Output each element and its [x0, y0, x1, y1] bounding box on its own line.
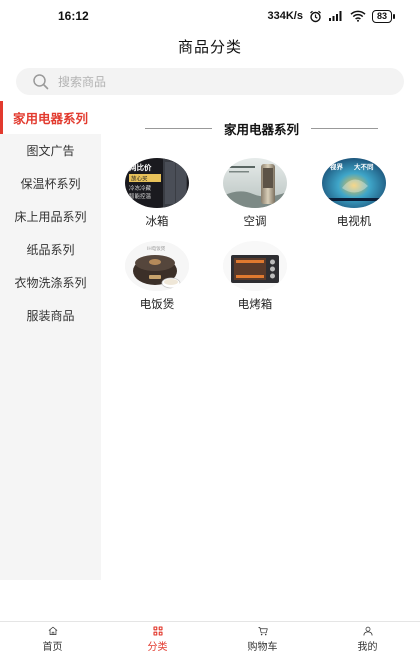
- product-image: 视界 大不同: [322, 158, 386, 208]
- tab-label: 首页: [42, 642, 63, 653]
- wifi-icon: [350, 10, 366, 22]
- product-image: IH电饭煲: [125, 241, 189, 291]
- tab-profile[interactable]: 我的: [315, 622, 420, 653]
- tab-home[interactable]: 首页: [0, 622, 105, 653]
- search-input[interactable]: 搜索商品: [16, 68, 404, 95]
- sidebar-item-label: 家用电器系列: [12, 112, 88, 126]
- sidebar-item-label: 床上用品系列: [14, 210, 87, 224]
- section-title: 家用电器系列: [224, 122, 300, 137]
- section-header: 家用电器系列: [145, 119, 379, 137]
- tab-label: 我的: [357, 642, 378, 653]
- sidebar-item-clothing[interactable]: 服装商品: [0, 299, 101, 332]
- promo-text: 放心买: [131, 175, 148, 183]
- sidebar-item-laundry[interactable]: 衣物洗涤系列: [0, 266, 101, 299]
- status-bar: 16:12 334K/s 83: [0, 0, 420, 32]
- air-conditioner-image: [223, 158, 287, 208]
- alarm-icon: [310, 10, 321, 22]
- promo-text: 视界: [330, 162, 344, 171]
- search-icon: [33, 73, 49, 89]
- page-title: 商品分类: [177, 38, 242, 56]
- product-name: 电饭煲: [139, 299, 175, 311]
- search-placeholder: 搜索商品: [58, 75, 107, 89]
- product-tv[interactable]: 视界 大不同 电视机: [314, 158, 394, 236]
- sidebar-item-label: 服装商品: [26, 309, 75, 323]
- signal-icon: [328, 11, 342, 21]
- category-content: 家用电器系列 网比价 放心买 冷冻冷藏 智能控温 冰箱 空调 视界 大不同 电视…: [101, 101, 420, 581]
- promo-text: 大不同: [354, 162, 374, 171]
- user-icon: [363, 626, 372, 636]
- status-icons: 334K/s 83: [267, 9, 397, 23]
- battery-indicator: 83: [371, 9, 396, 23]
- product-name: 电烤箱: [237, 299, 273, 311]
- sidebar-item-paper-products[interactable]: 纸品系列: [0, 233, 101, 266]
- product-name: 电视机: [336, 216, 372, 228]
- category-sidebar: 家用电器系列 图文广告 保温杯系列 床上用品系列 纸品系列 衣物洗涤系列 服装商…: [0, 101, 101, 580]
- tab-label: 分类: [147, 642, 168, 653]
- sidebar-item-label: 衣物洗涤系列: [14, 276, 87, 290]
- divider: [311, 127, 379, 129]
- network-speed: 334K/s: [267, 10, 303, 22]
- divider: [145, 127, 212, 129]
- sidebar-item-label: 图文广告: [26, 144, 75, 158]
- tab-label: 购物车: [247, 642, 278, 653]
- oven-image: [223, 241, 287, 291]
- product-fridge[interactable]: 网比价 放心买 冷冻冷藏 智能控温 冰箱: [117, 158, 197, 236]
- fridge-image: 网比价 放心买 冷冻冷藏 智能控温: [125, 158, 189, 208]
- tab-category[interactable]: 分类: [105, 622, 210, 653]
- sidebar-item-label: 纸品系列: [26, 243, 75, 257]
- product-rice-cooker[interactable]: IH电饭煲 电饭煲: [117, 241, 197, 319]
- product-air-conditioner[interactable]: 空调: [215, 158, 295, 236]
- tv-image: 视界 大不同: [322, 158, 386, 208]
- category-icon: [152, 626, 163, 636]
- promo-text: 冷冻冷藏: [129, 184, 152, 192]
- nav-bar: 商品分类: [0, 32, 420, 60]
- home-icon: [48, 626, 57, 635]
- product-oven[interactable]: 电烤箱: [215, 241, 295, 319]
- sidebar-item-bedding[interactable]: 床上用品系列: [0, 200, 101, 233]
- promo-text: 智能控温: [129, 192, 152, 200]
- sidebar-item-label: 保温杯系列: [20, 177, 81, 191]
- product-image: [223, 158, 287, 208]
- product-image: 网比价 放心买 冷冻冷藏 智能控温: [125, 158, 189, 208]
- tab-cart[interactable]: 购物车: [210, 622, 315, 653]
- promo-text: IH电饭煲: [147, 245, 166, 252]
- rice-cooker-image: IH电饭煲: [125, 241, 189, 291]
- sidebar-item-home-appliances[interactable]: 家用电器系列: [0, 101, 101, 134]
- product-image: [223, 241, 287, 291]
- product-name: 空调: [243, 216, 267, 228]
- promo-text: 网比价: [129, 162, 152, 172]
- sidebar-item-thermos-cups[interactable]: 保温杯系列: [0, 167, 101, 200]
- status-time: 16:12: [58, 9, 89, 23]
- cart-icon: [257, 627, 268, 636]
- sidebar-item-graphic-ads[interactable]: 图文广告: [0, 134, 101, 167]
- bottom-tab-bar: 首页 分类 购物车 我的: [0, 621, 420, 653]
- product-name: 冰箱: [145, 216, 169, 228]
